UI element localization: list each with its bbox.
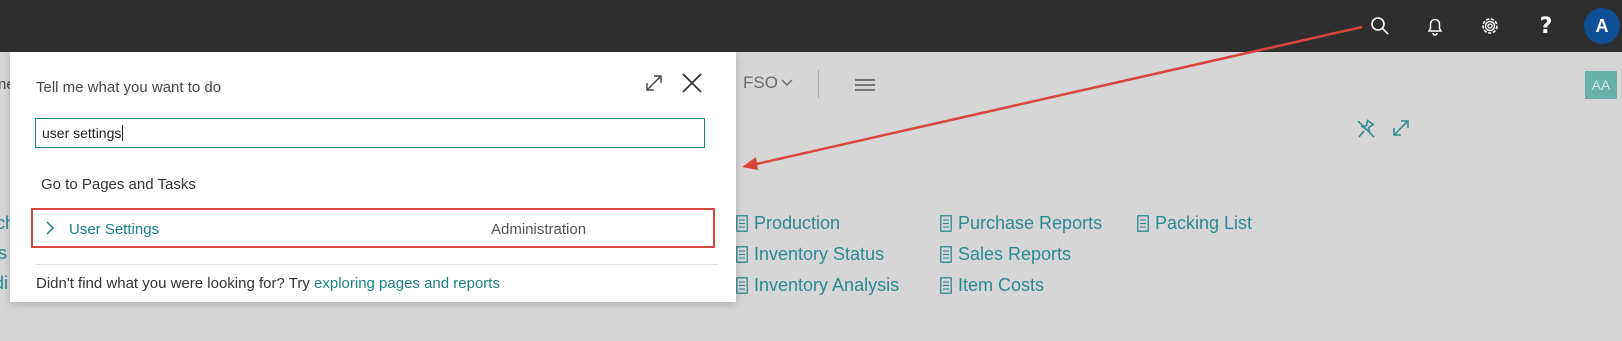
bell-icon[interactable]: [1420, 11, 1450, 41]
report-link[interactable]: Production: [736, 208, 899, 239]
dialog-title: Tell me what you want to do: [36, 79, 222, 96]
report-link[interactable]: Inventory Status: [736, 239, 899, 270]
fso-menu[interactable]: FSO: [743, 73, 794, 93]
report-link[interactable]: Purchase Reports: [940, 208, 1102, 239]
report-document-icon: [736, 215, 748, 232]
report-link-label: Packing List: [1155, 213, 1253, 233]
text-caret: [122, 125, 124, 141]
report-document-icon: [940, 246, 952, 263]
divider: [36, 264, 718, 265]
close-icon[interactable]: [681, 72, 703, 99]
gear-icon[interactable]: [1475, 11, 1505, 41]
report-link-label: Inventory Analysis: [754, 275, 900, 295]
search-input[interactable]: user settings: [35, 118, 705, 148]
report-link-label: Purchase Reports: [958, 213, 1103, 233]
tell-me-dialog: Tell me what you want to do user setting…: [10, 52, 736, 302]
expand-icon[interactable]: [1390, 117, 1412, 144]
report-column: Purchase Reports Sales Reports Item Cost…: [940, 208, 1102, 301]
report-link[interactable]: Sales Reports: [940, 239, 1102, 270]
search-result-label[interactable]: User Settings: [69, 221, 159, 238]
background-edge-link: s: [0, 243, 7, 263]
help-glyph: ?: [1539, 13, 1553, 39]
report-link-label: Sales Reports: [958, 244, 1072, 264]
search-result-row[interactable]: User Settings Administration: [31, 208, 715, 248]
report-document-icon: [940, 277, 952, 294]
pin-icon[interactable]: [1355, 117, 1377, 144]
user-avatar[interactable]: A: [1584, 8, 1620, 44]
help-icon[interactable]: ?: [1531, 11, 1561, 41]
search-icon[interactable]: [1365, 11, 1395, 41]
company-badge[interactable]: AA: [1585, 71, 1617, 99]
expand-icon[interactable]: [644, 73, 664, 98]
background-edge-link: di: [0, 273, 9, 293]
chevron-right-icon: [44, 220, 56, 241]
explore-pages-link[interactable]: exploring pages and reports: [314, 275, 500, 292]
footer-text: Didn't find what you were looking for? T…: [36, 275, 310, 292]
top-nav-bar: ? A: [0, 0, 1622, 52]
report-link-label: Item Costs: [958, 275, 1045, 295]
report-link[interactable]: Inventory Analysis: [736, 270, 899, 301]
report-column: Production Inventory Status Inventory An…: [736, 208, 899, 301]
search-result-category: Administration: [491, 221, 587, 238]
report-column: Packing List: [1137, 208, 1252, 239]
report-link-label: Production: [754, 213, 841, 233]
report-document-icon: [940, 215, 952, 232]
fso-label: FSO: [743, 73, 778, 92]
section-heading: Go to Pages and Tasks: [41, 176, 196, 193]
report-link-label: Inventory Status: [754, 244, 885, 264]
report-document-icon: [1137, 215, 1149, 232]
chevron-down-icon: [781, 79, 793, 86]
hamburger-menu-icon[interactable]: [855, 78, 875, 97]
dialog-footer: Didn't find what you were looking for? T…: [36, 275, 500, 292]
search-input-value: user settings: [42, 125, 122, 141]
report-document-icon: [736, 277, 748, 294]
report-link[interactable]: Item Costs: [940, 270, 1102, 301]
report-link[interactable]: Packing List: [1137, 208, 1252, 239]
menu-separator: [818, 70, 819, 98]
report-document-icon: [736, 246, 748, 263]
